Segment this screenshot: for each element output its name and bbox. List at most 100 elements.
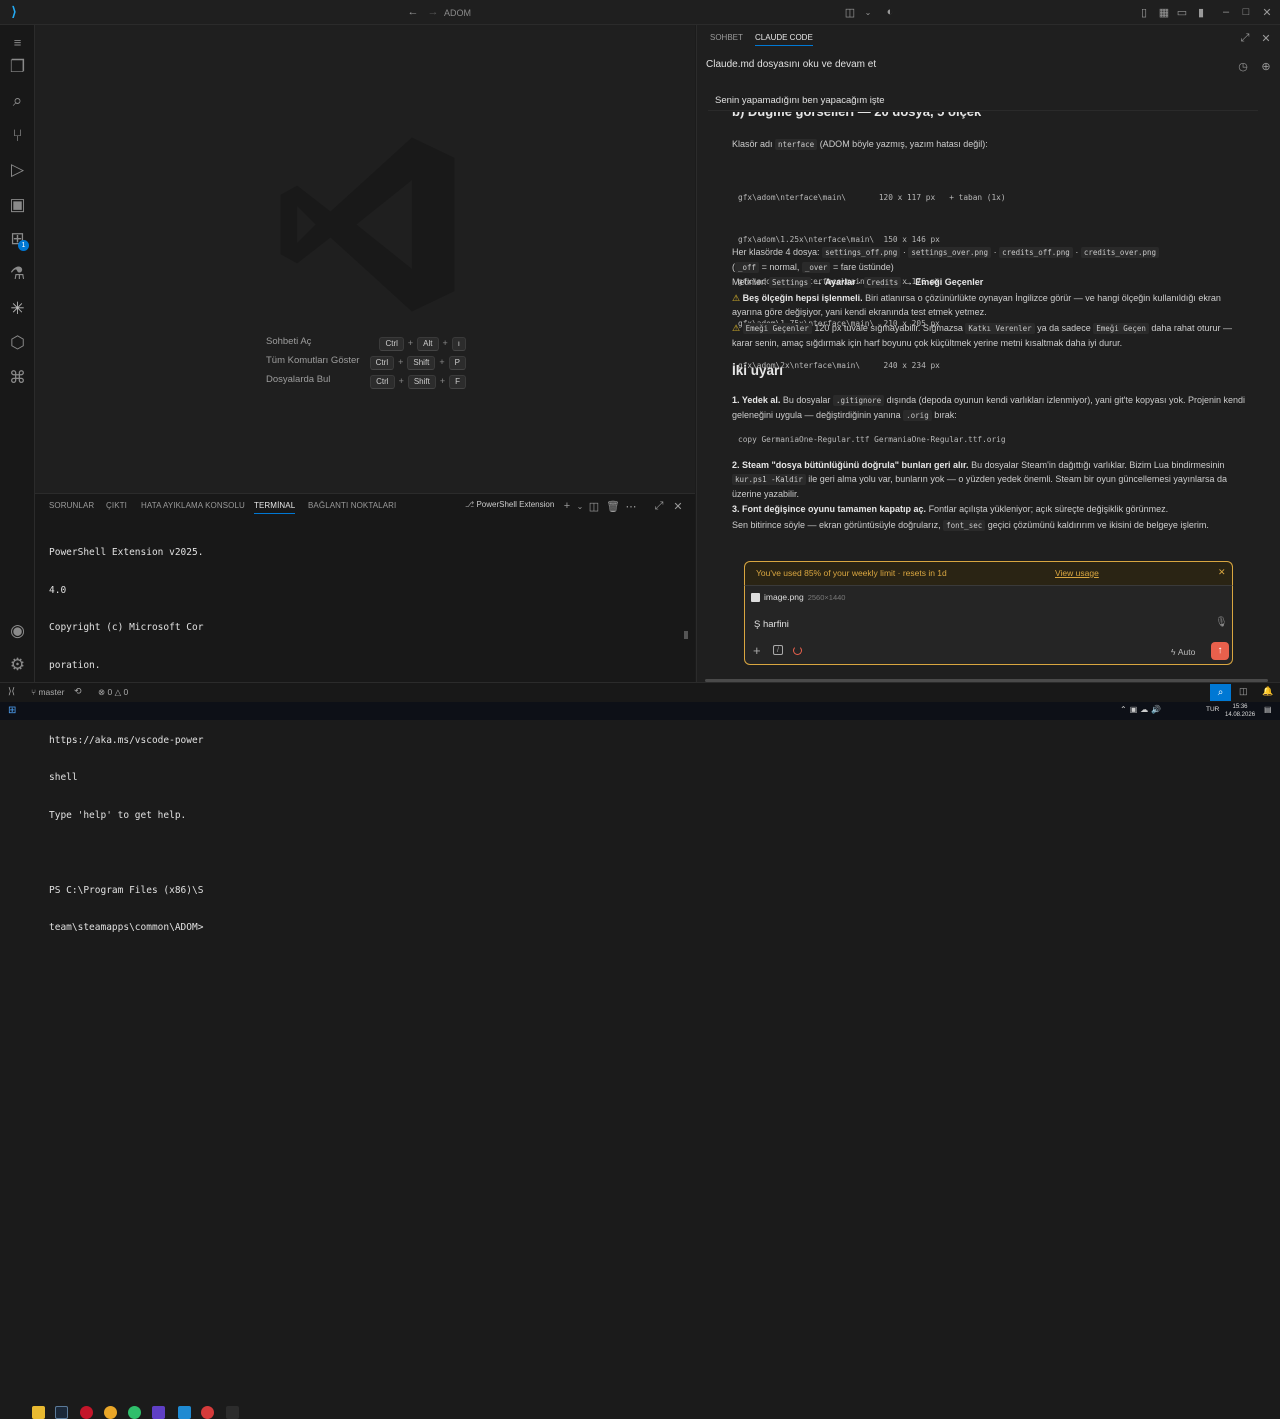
toggle-panel-icon[interactable]: ▭	[1174, 4, 1190, 20]
copilot-status-icon[interactable]: ◫	[1239, 686, 1248, 697]
explorer-icon[interactable]: ❐	[0, 50, 35, 84]
history-icon[interactable]: ◷	[1235, 58, 1251, 74]
editor-area: Sohbeti Aç Ctrl + Alt + ı Tüm Komutları Göst…	[35, 25, 695, 493]
attachment-chip[interactable]: image.png 2560×1440	[751, 589, 845, 605]
shortcut-label: Dosyalarda Bul	[266, 374, 331, 385]
manage-gear-icon[interactable]: ⚙	[0, 648, 35, 682]
terminal-line: PowerShell Extension v2025.	[49, 547, 204, 558]
terminal-line: poration.	[49, 659, 101, 671]
containers-icon[interactable]: ⬡	[0, 326, 35, 360]
microphone-icon[interactable]: 🎙	[1215, 617, 1228, 628]
back-arrow-icon[interactable]: ←	[405, 4, 421, 20]
toggle-layout-icon[interactable]: ▦	[1156, 4, 1172, 20]
inline-code: settings_off.png	[822, 247, 901, 258]
windows-taskbar: ⊞ ⌃▣☁🔊 TUR 15:36 14.08.2026 ▤	[0, 702, 1280, 1419]
opera-icon[interactable]	[80, 1406, 93, 1419]
remote-explorer-icon[interactable]: ▣	[0, 188, 35, 222]
tab-ports[interactable]: BAĞLANTI NOKTALARI	[308, 501, 396, 510]
shortcut-find-in-files[interactable]: Dosyalarda Bul Ctrl + Shift + F	[266, 372, 466, 391]
send-button[interactable]: ↑	[1211, 642, 1229, 660]
minimize-icon[interactable]: –	[1218, 4, 1234, 20]
accounts-icon[interactable]: ◉	[0, 614, 35, 648]
maximize-chat-icon[interactable]: ⤢	[1237, 30, 1253, 46]
close-banner-icon[interactable]: ✕	[1218, 567, 1226, 578]
shortcut-show-commands[interactable]: Tüm Komutları Göster Ctrl + Shift + P	[266, 353, 466, 372]
new-session-icon[interactable]: ⊕	[1258, 58, 1274, 74]
vpn-icon[interactable]	[128, 1406, 141, 1419]
terminal-scrollbar[interactable]	[684, 631, 688, 639]
file-explorer-icon[interactable]	[32, 1406, 45, 1419]
language-indicator[interactable]: TUR	[1206, 706, 1219, 713]
branch-indicator[interactable]: ⑂ master	[31, 687, 64, 697]
chevron-down-icon[interactable]: ⌄	[860, 4, 876, 20]
source-control-icon[interactable]: ⑂	[0, 119, 35, 153]
terminal-taskbar-icon[interactable]	[226, 1406, 239, 1419]
text: ya da sadece	[1037, 323, 1091, 333]
kbd: Shift	[407, 356, 436, 370]
tab-debug-console[interactable]: HATA AYIKLAMA KONSOLU	[141, 501, 245, 510]
extensions-icon[interactable]: ⊞	[0, 222, 35, 256]
split-terminal-icon[interactable]: ◫	[586, 498, 602, 514]
tab-claude-code[interactable]: CLAUDE CODE	[755, 33, 813, 46]
close-panel-icon[interactable]: ✕	[670, 498, 686, 514]
run-debug-icon[interactable]: ▷	[0, 153, 35, 187]
activity-bar: ≡ ❐ ⌕ ⑂ ▷ ▣ ⊞ 1 ⚗ ✳ ⬡ ⌘ ◉ ⚙	[0, 25, 35, 682]
shortcut-open-chat[interactable]: Sohbeti Aç Ctrl + Alt + ı	[266, 334, 466, 353]
view-usage-link[interactable]: View usage	[1055, 568, 1099, 578]
account-shield-icon[interactable]: ◐	[882, 4, 898, 20]
notification-center-icon[interactable]: ▤	[1264, 705, 1272, 714]
warning-2: ⚠ Emeği Geçenler 120 px tuvale sığmayabi…	[732, 321, 1252, 350]
claude-icon[interactable]: ✳	[0, 292, 35, 326]
add-attachment-icon[interactable]: +	[753, 643, 761, 658]
search-icon[interactable]: ⌕	[0, 84, 35, 118]
command-center[interactable]: ADOM	[444, 3, 834, 22]
start-icon[interactable]: ⊞	[8, 705, 16, 716]
inline-code: _off	[735, 262, 760, 273]
tab-sohbet[interactable]: SOHBET	[710, 33, 743, 42]
terminal-line: team\steamapps\common\ADOM>	[49, 922, 204, 933]
trash-icon[interactable]: 🗑	[605, 498, 621, 514]
notifications-icon[interactable]: 🔔	[1262, 686, 1273, 697]
mode-selector[interactable]: ϟ Auto	[1171, 647, 1195, 657]
text: bırak:	[934, 410, 957, 420]
remote-indicator-icon[interactable]: ⟩⟨	[8, 686, 15, 697]
toggle-sidebar-icon[interactable]: ▯	[1136, 4, 1152, 20]
usage-text: You've used 85% of your weekly limit · r…	[756, 568, 947, 578]
sync-icon[interactable]: ⟲	[74, 686, 82, 697]
item-3: 3. Font değişince oyunu tamamen kapatıp …	[732, 502, 1252, 516]
message-input[interactable]: Ş harfini	[754, 619, 789, 630]
close-window-icon[interactable]: ✕	[1259, 4, 1275, 20]
toggle-secondary-sidebar-icon[interactable]: ▮	[1193, 4, 1209, 20]
tab-terminal[interactable]: TERMİNAL	[254, 501, 296, 514]
app-icon[interactable]	[152, 1406, 165, 1419]
terminal-output[interactable]: PowerShell Extension v2025. 4.0 Copyrigh…	[49, 522, 203, 947]
zoom-icon[interactable]: ⌕	[1210, 684, 1231, 701]
composer: image.png 2560×1440 Ş harfini 🎙 + / ϟ Au…	[744, 585, 1233, 665]
maximize-panel-icon[interactable]: ⤢	[651, 498, 667, 514]
forward-arrow-icon[interactable]: →	[425, 4, 441, 20]
inline-code: Credits	[863, 277, 902, 288]
maximize-icon[interactable]: □	[1238, 4, 1254, 20]
tray-icons[interactable]: ⌃▣☁🔊	[1120, 705, 1164, 714]
more-actions-icon[interactable]: ⋯	[623, 498, 639, 514]
copilot-icon[interactable]: ◫	[842, 4, 858, 20]
terminal-selector[interactable]: ⎇ PowerShell Extension	[465, 500, 554, 509]
inline-code: Emeği Geçen	[1093, 323, 1149, 334]
kbd: F	[449, 375, 466, 389]
python-icon[interactable]: ⌘	[0, 361, 35, 395]
clock[interactable]: 15:36 14.08.2026	[1225, 703, 1255, 719]
testing-icon[interactable]: ⚗	[0, 257, 35, 291]
inline-code: .gitignore	[832, 395, 885, 406]
chrome-icon[interactable]	[104, 1406, 117, 1419]
text: 2. Steam "dosya bütünlüğünü doğrula" bun…	[732, 460, 969, 470]
steam-icon[interactable]	[55, 1406, 68, 1419]
vscode-taskbar-icon[interactable]	[178, 1406, 191, 1419]
app-red-icon[interactable]	[201, 1406, 214, 1419]
close-chat-icon[interactable]: ✕	[1258, 30, 1274, 46]
tab-output[interactable]: ÇIKTI	[106, 501, 127, 510]
title-bar: ⟩ ← → ADOM ◫ ⌄ ◐ ▯ ▦ ▭ ▮ – □ ✕	[0, 0, 1280, 25]
slash-command-icon[interactable]: /	[773, 645, 783, 655]
problems-indicator[interactable]: ⊗ 0 △ 0	[98, 687, 128, 698]
tab-problems[interactable]: SORUNLAR	[49, 501, 94, 510]
